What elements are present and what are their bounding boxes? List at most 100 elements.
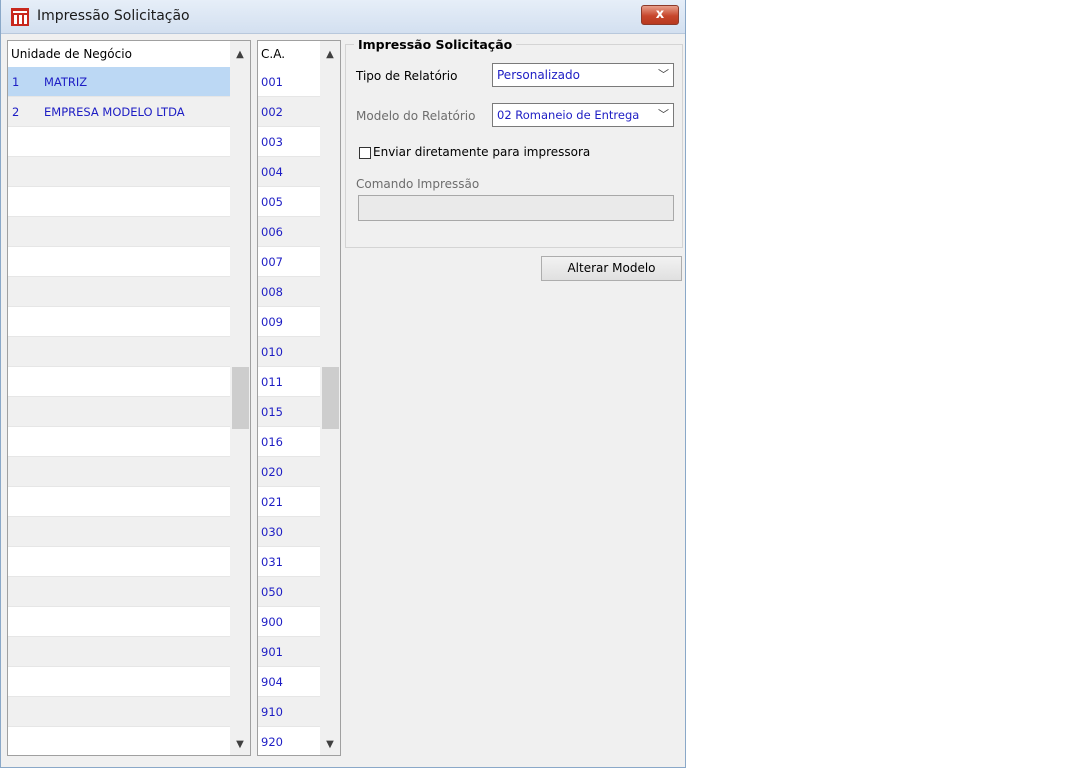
table-row[interactable] bbox=[8, 217, 230, 247]
modelo-relatorio-value: 02 Romaneio de Entrega bbox=[497, 108, 640, 122]
scroll-up-icon[interactable]: ▲ bbox=[230, 45, 250, 65]
ca-grid[interactable]: C.A. 001 002 003 004 005 006 007 008 009 010 011 01… bbox=[257, 40, 341, 756]
table-row[interactable]: 020 bbox=[258, 457, 320, 487]
scroll-up-icon[interactable]: ▲ bbox=[320, 45, 340, 65]
ca-code: 050 bbox=[261, 585, 283, 599]
unit-code: 2 bbox=[12, 105, 20, 119]
modelo-relatorio-select[interactable]: 02 Romaneio de Entrega ﹀ bbox=[492, 103, 674, 127]
table-row[interactable]: 901 bbox=[258, 637, 320, 667]
scroll-thumb[interactable] bbox=[322, 367, 339, 429]
table-row[interactable]: 900 bbox=[258, 607, 320, 637]
units-scrollbar[interactable]: ▲ ▼ bbox=[230, 41, 250, 755]
table-row[interactable]: 015 bbox=[258, 397, 320, 427]
table-row[interactable] bbox=[8, 367, 230, 397]
tipo-relatorio-value: Personalizado bbox=[497, 68, 580, 82]
table-row[interactable] bbox=[8, 487, 230, 517]
comando-impressao-label: Comando Impressão bbox=[356, 177, 480, 191]
tipo-relatorio-select[interactable]: Personalizado ﹀ bbox=[492, 63, 674, 87]
table-row[interactable] bbox=[8, 667, 230, 697]
scroll-thumb[interactable] bbox=[232, 367, 249, 429]
table-row[interactable]: 011 bbox=[258, 367, 320, 397]
app-logo-icon bbox=[11, 8, 29, 26]
table-row[interactable]: 001 bbox=[258, 67, 320, 97]
table-row[interactable]: 904 bbox=[258, 667, 320, 697]
enviar-impressora-label[interactable]: Enviar diretamente para impressora bbox=[373, 145, 590, 159]
table-row[interactable]: 005 bbox=[258, 187, 320, 217]
table-row[interactable] bbox=[8, 337, 230, 367]
ca-code: 003 bbox=[261, 135, 283, 149]
alterar-modelo-button[interactable]: Alterar Modelo bbox=[541, 256, 682, 281]
table-row[interactable]: 002 bbox=[258, 97, 320, 127]
close-icon: x bbox=[655, 7, 665, 22]
table-row[interactable]: 007 bbox=[258, 247, 320, 277]
scroll-down-icon[interactable]: ▼ bbox=[320, 735, 340, 755]
table-row[interactable] bbox=[8, 307, 230, 337]
table-row[interactable] bbox=[8, 637, 230, 667]
ca-code: 006 bbox=[261, 225, 283, 239]
table-row[interactable]: 016 bbox=[258, 427, 320, 457]
ca-code: 005 bbox=[261, 195, 283, 209]
ca-code: 030 bbox=[261, 525, 283, 539]
ca-code: 920 bbox=[261, 735, 283, 749]
table-row[interactable]: 008 bbox=[258, 277, 320, 307]
close-button[interactable]: x bbox=[641, 5, 679, 25]
ca-scrollbar[interactable]: ▲ ▼ bbox=[320, 41, 340, 755]
ca-code: 004 bbox=[261, 165, 283, 179]
enviar-impressora-checkbox[interactable] bbox=[359, 147, 371, 159]
table-row[interactable] bbox=[8, 247, 230, 277]
tipo-relatorio-label: Tipo de Relatório bbox=[356, 69, 458, 83]
table-row[interactable]: 030 bbox=[258, 517, 320, 547]
table-row[interactable]: 003 bbox=[258, 127, 320, 157]
table-row[interactable]: 031 bbox=[258, 547, 320, 577]
units-grid-header[interactable]: Unidade de Negócio bbox=[8, 41, 231, 67]
table-row[interactable]: 006 bbox=[258, 217, 320, 247]
table-row[interactable] bbox=[8, 127, 230, 157]
table-row[interactable] bbox=[8, 577, 230, 607]
table-row[interactable] bbox=[8, 457, 230, 487]
table-row[interactable]: 004 bbox=[258, 157, 320, 187]
title-bar[interactable]: Impressão Solicitação x bbox=[1, 0, 685, 34]
ca-code: 901 bbox=[261, 645, 283, 659]
ca-code: 002 bbox=[261, 105, 283, 119]
modelo-relatorio-label: Modelo do Relatório bbox=[356, 109, 476, 123]
table-row[interactable] bbox=[8, 187, 230, 217]
chevron-down-icon[interactable]: ﹀ bbox=[658, 104, 669, 126]
table-row[interactable] bbox=[8, 547, 230, 577]
table-row[interactable] bbox=[8, 397, 230, 427]
units-grid[interactable]: Unidade de Negócio 1 MATRIZ 2 EMPRESA MODEL… bbox=[7, 40, 251, 756]
ca-code: 021 bbox=[261, 495, 283, 509]
chevron-down-icon[interactable]: ﹀ bbox=[658, 64, 669, 86]
table-row[interactable] bbox=[8, 427, 230, 457]
ca-code: 007 bbox=[261, 255, 283, 269]
unit-code: 1 bbox=[12, 75, 20, 89]
ca-code: 020 bbox=[261, 465, 283, 479]
ca-code: 010 bbox=[261, 345, 283, 359]
table-row[interactable] bbox=[8, 277, 230, 307]
table-row[interactable]: 009 bbox=[258, 307, 320, 337]
group-title: Impressão Solicitação bbox=[354, 37, 517, 52]
window-title: Impressão Solicitação bbox=[37, 8, 190, 24]
print-group: Impressão Solicitação Tipo de Relatório … bbox=[345, 37, 683, 248]
table-row[interactable]: 2 EMPRESA MODELO LTDA bbox=[8, 97, 230, 127]
ca-code: 001 bbox=[261, 75, 283, 89]
ca-code: 008 bbox=[261, 285, 283, 299]
table-row[interactable]: 910 bbox=[258, 697, 320, 727]
ca-grid-header[interactable]: C.A. bbox=[258, 41, 321, 67]
table-row[interactable]: 021 bbox=[258, 487, 320, 517]
table-row[interactable]: 1 MATRIZ bbox=[8, 67, 230, 97]
scroll-down-icon[interactable]: ▼ bbox=[230, 735, 250, 755]
comando-impressao-input[interactable] bbox=[358, 195, 674, 221]
table-row[interactable]: 920 bbox=[258, 727, 320, 755]
ca-code: 900 bbox=[261, 615, 283, 629]
table-row[interactable]: 010 bbox=[258, 337, 320, 367]
table-row[interactable] bbox=[8, 697, 230, 727]
dialog-window: Impressão Solicitação x Unidade de Negóc… bbox=[0, 0, 686, 768]
table-row[interactable] bbox=[8, 607, 230, 637]
table-row[interactable] bbox=[8, 517, 230, 547]
ca-code: 031 bbox=[261, 555, 283, 569]
table-row[interactable]: 050 bbox=[258, 577, 320, 607]
unit-name: EMPRESA MODELO LTDA bbox=[44, 105, 185, 119]
ca-code: 015 bbox=[261, 405, 283, 419]
ca-code: 011 bbox=[261, 375, 283, 389]
table-row[interactable] bbox=[8, 157, 230, 187]
